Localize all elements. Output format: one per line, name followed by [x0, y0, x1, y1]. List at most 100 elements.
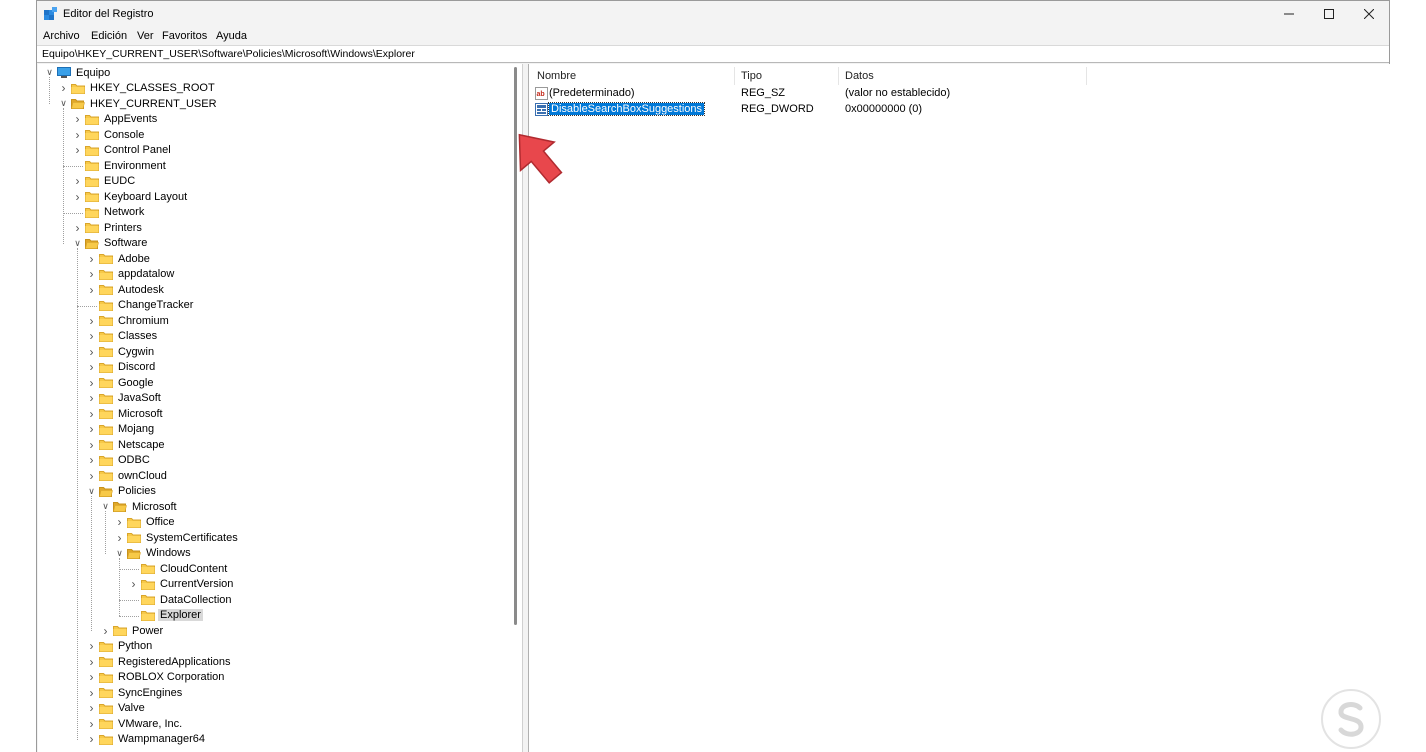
- tree-node[interactable]: ∨ Policies: [86, 484, 158, 500]
- tree-node[interactable]: › Valve: [86, 701, 147, 717]
- chevron-right-icon[interactable]: ›: [86, 670, 97, 684]
- column-header-datos[interactable]: Datos: [839, 67, 1087, 85]
- chevron-down-icon[interactable]: ∨: [114, 548, 125, 559]
- tree-node[interactable]: › SystemCertificates: [114, 530, 240, 546]
- chevron-right-icon[interactable]: ›: [86, 438, 97, 452]
- chevron-right-icon[interactable]: ›: [128, 577, 139, 591]
- tree-node[interactable]: › Netscape: [86, 437, 166, 453]
- chevron-right-icon[interactable]: ›: [86, 329, 97, 343]
- tree-node[interactable]: › ownCloud: [86, 468, 169, 484]
- tree-node[interactable]: CloudContent: [128, 561, 229, 577]
- tree-node[interactable]: › Office: [114, 515, 177, 531]
- chevron-right-icon[interactable]: ›: [86, 422, 97, 436]
- tree-node[interactable]: › Mojang: [86, 422, 156, 438]
- tree-node[interactable]: › Adobe: [86, 251, 152, 267]
- values-list-pane[interactable]: Nombre Tipo Datos ab (Predeterminado) RE…: [528, 64, 1390, 752]
- chevron-right-icon[interactable]: ›: [86, 267, 97, 281]
- tree-node[interactable]: › Keyboard Layout: [72, 189, 189, 205]
- chevron-right-icon[interactable]: ›: [86, 701, 97, 715]
- chevron-right-icon[interactable]: ›: [86, 407, 97, 421]
- tree-node[interactable]: › Classes: [86, 329, 159, 345]
- tree-node[interactable]: › EUDC: [72, 174, 137, 190]
- tree-node[interactable]: › Control Panel: [72, 143, 173, 159]
- menu-ayuda[interactable]: Ayuda: [216, 30, 247, 42]
- maximize-button[interactable]: [1309, 1, 1349, 27]
- tree-node[interactable]: ∨ HKEY_CURRENT_USER: [58, 96, 219, 112]
- tree-node[interactable]: › Python: [86, 639, 154, 655]
- tree-node[interactable]: › ODBC: [86, 453, 152, 469]
- chevron-right-icon[interactable]: ›: [72, 221, 83, 235]
- tree-node[interactable]: › appdatalow: [86, 267, 176, 283]
- chevron-right-icon[interactable]: ›: [86, 345, 97, 359]
- chevron-down-icon[interactable]: ∨: [44, 67, 55, 78]
- chevron-right-icon[interactable]: ›: [86, 717, 97, 731]
- close-button[interactable]: [1349, 1, 1389, 27]
- tree-node[interactable]: ∨ Microsoft: [100, 499, 179, 515]
- tree-node[interactable]: › HKEY_CLASSES_ROOT: [58, 81, 217, 97]
- tree-node[interactable]: › JavaSoft: [86, 391, 163, 407]
- chevron-right-icon[interactable]: ›: [114, 515, 125, 529]
- tree-node[interactable]: › Console: [72, 127, 146, 143]
- column-header-tipo[interactable]: Tipo: [735, 67, 839, 85]
- tree-node[interactable]: › Wampmanager64: [86, 732, 207, 748]
- minimize-button[interactable]: [1269, 1, 1309, 27]
- chevron-right-icon[interactable]: ›: [86, 360, 97, 374]
- tree-node[interactable]: ∨ Software: [72, 236, 149, 252]
- chevron-right-icon[interactable]: ›: [86, 732, 97, 746]
- tree-node[interactable]: › SyncEngines: [86, 685, 184, 701]
- tree-node[interactable]: › RegisteredApplications: [86, 654, 233, 670]
- tree-node[interactable]: › Autodesk: [86, 282, 166, 298]
- chevron-down-icon[interactable]: ∨: [100, 501, 111, 512]
- tree-node[interactable]: › CurrentVersion: [128, 577, 235, 593]
- tree-node[interactable]: ∨ Equipo: [44, 65, 112, 81]
- chevron-right-icon[interactable]: ›: [86, 314, 97, 328]
- menu-archivo[interactable]: Archivo: [43, 30, 80, 42]
- chevron-right-icon[interactable]: ›: [86, 391, 97, 405]
- chevron-down-icon[interactable]: ∨: [86, 486, 97, 497]
- address-bar[interactable]: Equipo\HKEY_CURRENT_USER\Software\Polici…: [37, 45, 1389, 63]
- tree-node[interactable]: › Microsoft: [86, 406, 165, 422]
- chevron-right-icon[interactable]: ›: [72, 174, 83, 188]
- chevron-down-icon[interactable]: ∨: [72, 238, 83, 249]
- chevron-down-icon[interactable]: ∨: [58, 98, 69, 109]
- chevron-right-icon[interactable]: ›: [58, 81, 69, 95]
- menu-ver[interactable]: Ver: [137, 30, 154, 42]
- chevron-right-icon[interactable]: ›: [100, 624, 111, 638]
- tree-node[interactable]: › Chromium: [86, 313, 171, 329]
- chevron-right-icon[interactable]: ›: [114, 531, 125, 545]
- tree-node[interactable]: › Printers: [72, 220, 144, 236]
- column-header-nombre[interactable]: Nombre: [531, 67, 735, 85]
- tree-node[interactable]: Environment: [72, 158, 168, 174]
- tree-node[interactable]: › Power: [100, 623, 165, 639]
- tree-node[interactable]: › AppEvents: [72, 112, 159, 128]
- value-row-predeterminado[interactable]: ab (Predeterminado) REG_SZ (valor no est…: [533, 86, 1383, 102]
- tree-node[interactable]: › Cygwin: [86, 344, 156, 360]
- tree-node[interactable]: Network: [72, 205, 146, 221]
- chevron-right-icon[interactable]: ›: [86, 686, 97, 700]
- address-path[interactable]: Equipo\HKEY_CURRENT_USER\Software\Polici…: [42, 48, 415, 60]
- tree-node[interactable]: DataCollection: [128, 592, 234, 608]
- chevron-right-icon[interactable]: ›: [72, 112, 83, 126]
- chevron-right-icon[interactable]: ›: [86, 453, 97, 467]
- chevron-right-icon[interactable]: ›: [72, 190, 83, 204]
- key-tree-pane[interactable]: ∨ Equipo › HKEY_CLASSES_ROOT ∨ HKEY_CURRENT_U…: [38, 64, 523, 752]
- chevron-right-icon[interactable]: ›: [86, 252, 97, 266]
- chevron-right-icon[interactable]: ›: [86, 639, 97, 653]
- menu-edicion[interactable]: Edición: [91, 30, 127, 42]
- tree-node[interactable]: › Google: [86, 375, 155, 391]
- tree-node[interactable]: › VMware, Inc.: [86, 716, 184, 732]
- tree-node[interactable]: ∨ Windows: [114, 546, 193, 562]
- chevron-right-icon[interactable]: ›: [86, 283, 97, 297]
- value-name: DisableSearchBoxSuggestions: [547, 102, 706, 116]
- tree-node[interactable]: › ROBLOX Corporation: [86, 670, 226, 686]
- tree-node[interactable]: › Discord: [86, 360, 157, 376]
- value-row-disablesearchboxsuggestions[interactable]: DisableSearchBoxSuggestions REG_DWORD 0x…: [533, 102, 1383, 118]
- chevron-right-icon[interactable]: ›: [72, 128, 83, 142]
- chevron-right-icon[interactable]: ›: [86, 469, 97, 483]
- tree-node[interactable]: Explorer: [128, 608, 203, 624]
- chevron-right-icon[interactable]: ›: [72, 143, 83, 157]
- chevron-right-icon[interactable]: ›: [86, 376, 97, 390]
- menu-favoritos[interactable]: Favoritos: [162, 30, 207, 42]
- tree-node[interactable]: ChangeTracker: [86, 298, 195, 314]
- chevron-right-icon[interactable]: ›: [86, 655, 97, 669]
